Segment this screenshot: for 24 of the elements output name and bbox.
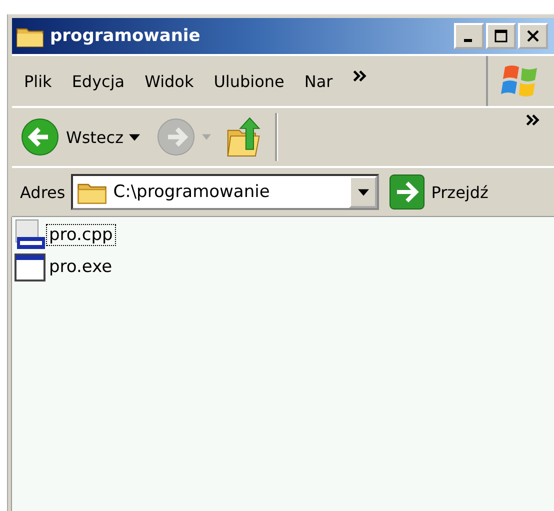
dropdown-button[interactable] [349, 176, 378, 208]
file-name[interactable]: pro.cpp [46, 224, 116, 246]
menu-item[interactable]: Ulubione [214, 72, 284, 90]
close-button[interactable] [518, 23, 548, 49]
menu-item[interactable]: Edycja [72, 72, 125, 90]
maximize-icon [494, 29, 508, 43]
caret-icon [358, 188, 369, 196]
window-title: programowanie [50, 26, 200, 46]
go-button[interactable]: Przejdź [389, 174, 488, 210]
minimize-icon [464, 38, 472, 42]
minimize-button[interactable] [454, 23, 484, 49]
chevron-icon[interactable] [352, 70, 367, 82]
dropdown-arrow-icon[interactable] [129, 134, 140, 140]
menu-item[interactable]: Nar [304, 72, 333, 90]
close-icon [526, 29, 540, 43]
address-label: Adres [20, 182, 66, 202]
file-name[interactable]: pro.exe [46, 256, 116, 278]
menu-item[interactable]: Widok [144, 72, 194, 90]
menu-item[interactable]: Plik [24, 72, 52, 90]
address-field[interactable]: C:\programowanie [71, 174, 380, 210]
back-button[interactable]: Wstecz [20, 117, 124, 157]
program-window-icon [14, 251, 46, 283]
maximize-button[interactable] [486, 23, 516, 49]
chevron-icon[interactable] [526, 114, 540, 126]
